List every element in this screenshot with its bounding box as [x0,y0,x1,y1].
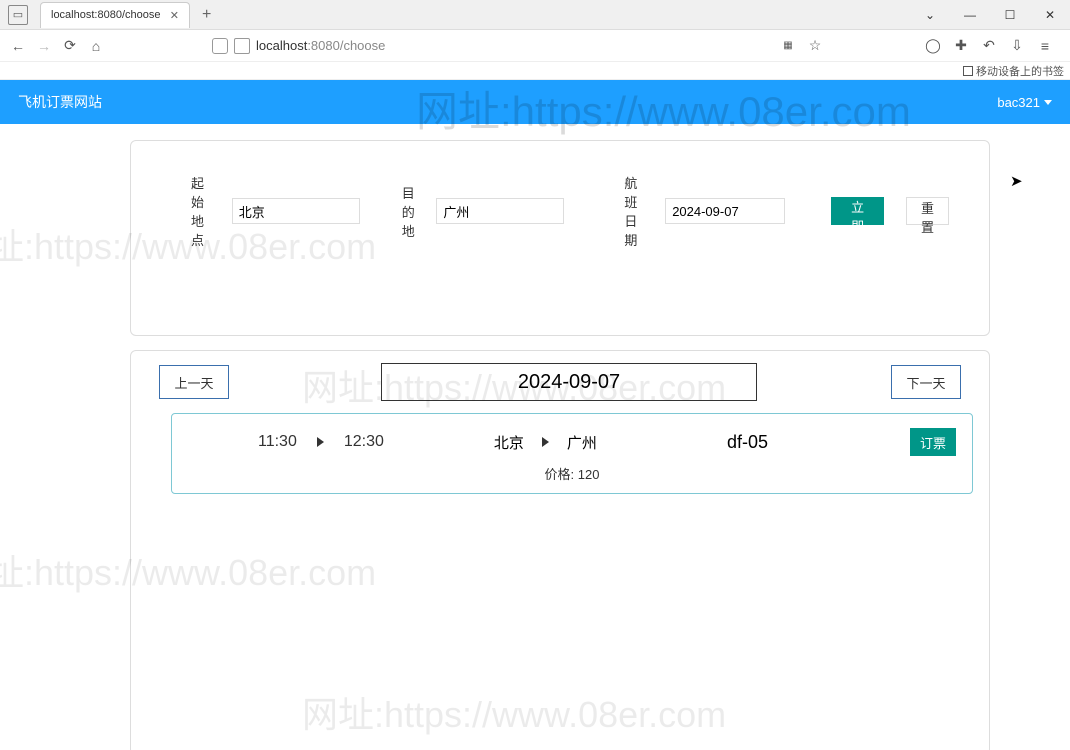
account-icon[interactable]: ◯ [924,37,942,55]
new-tab-button[interactable]: + [202,6,211,24]
site-info-icon[interactable] [234,38,250,54]
maximize-button[interactable]: ☐ [990,0,1030,30]
origin-input[interactable] [232,198,360,224]
arrow-right-icon [542,437,549,447]
browser-titlebar: ▭ localhost:8080/choose ✕ + ⌄ — ☐ ✕ [0,0,1070,30]
back-button[interactable]: ← [8,36,28,56]
results-panel: 上一天 2024-09-07 下一天 11:30 12:30 北京 广州 [130,350,990,750]
arrival-time: 12:30 [344,433,384,451]
flight-list: 11:30 12:30 北京 广州 df-05 订票 价格: 120 [171,413,973,494]
date-label: 航班日期 [624,173,649,249]
shield-icon[interactable] [212,38,228,54]
bookmarks-bar: 移动设备上的书签 [0,62,1070,80]
address-toolbar: ← → ⟳ ⌂ localhost:8080/choose ▦ ☆ ◯ ✚ ↶ … [0,30,1070,62]
qr-icon[interactable]: ▦ [778,37,796,55]
flight-number: df-05 [727,432,768,453]
submit-button[interactable]: 立即提交 [831,197,884,225]
home-button[interactable]: ⌂ [86,36,106,56]
username-label: bac321 [997,95,1040,110]
date-input[interactable] [665,198,785,224]
extensions-icon[interactable]: ✚ [952,37,970,55]
route-dest: 广州 [567,432,597,453]
price-label: 价格: [545,467,575,482]
app-header: 飞机订票网站 网址:https://www.08er.com bac321 [0,80,1070,124]
undo-icon[interactable]: ↶ [980,37,998,55]
current-date-display: 2024-09-07 [381,363,757,401]
departure-time: 11:30 [258,433,297,451]
search-form-row: 起始地点 目的地 航班日期 立即提交 重置 [191,173,949,249]
dest-input[interactable] [436,198,564,224]
forward-button[interactable]: → [34,36,54,56]
mouse-cursor-icon: ➤ [1010,172,1023,190]
origin-label: 起始地点 [191,173,216,249]
price-value: 120 [578,467,600,482]
reload-button[interactable]: ⟳ [60,36,80,56]
reset-button[interactable]: 重置 [906,197,949,225]
next-day-button[interactable]: 下一天 [891,365,961,399]
mobile-icon [963,66,973,76]
tab-title: localhost:8080/choose [51,9,160,21]
window-controls: ⌄ — ☐ ✕ [910,0,1070,30]
date-navigation: 上一天 2024-09-07 下一天 [147,363,973,401]
mobile-bookmarks-label: 移动设备上的书签 [976,63,1064,79]
chevron-down-icon[interactable]: ⌄ [910,0,950,30]
dest-label: 目的地 [402,183,421,240]
toolbar-right-icons: ▦ ☆ ◯ ✚ ↶ ⇩ ≡ [778,37,1062,55]
url-text: localhost:8080/choose [256,38,385,53]
site-title: 飞机订票网站 [18,92,102,112]
close-tab-icon[interactable]: ✕ [170,9,179,22]
flight-price: 价格: 120 [188,464,956,483]
mobile-bookmarks-link[interactable]: 移动设备上的书签 [963,63,1064,79]
page-content: 网址:https://www.08er.com 网址:https://www.0… [0,124,1070,750]
close-window-button[interactable]: ✕ [1030,0,1070,30]
search-panel: 起始地点 目的地 航班日期 立即提交 重置 [130,140,990,336]
book-button[interactable]: 订票 [910,428,956,456]
prev-day-button[interactable]: 上一天 [159,365,229,399]
url-bar[interactable]: localhost:8080/choose [212,38,772,54]
user-menu[interactable]: bac321 [997,95,1052,110]
flight-route: 北京 广州 [494,432,597,453]
sidebar-toggle-icon[interactable]: ▭ [8,5,28,25]
menu-icon[interactable]: ≡ [1036,37,1054,55]
flight-time: 11:30 12:30 [258,433,384,451]
chevron-down-icon [1044,100,1052,105]
download-icon[interactable]: ⇩ [1008,37,1026,55]
minimize-button[interactable]: — [950,0,990,30]
flight-card: 11:30 12:30 北京 广州 df-05 订票 价格: 120 [171,413,973,494]
bookmark-star-icon[interactable]: ☆ [806,37,824,55]
route-origin: 北京 [494,432,524,453]
arrow-right-icon [317,437,324,447]
browser-tab[interactable]: localhost:8080/choose ✕ [40,2,190,28]
